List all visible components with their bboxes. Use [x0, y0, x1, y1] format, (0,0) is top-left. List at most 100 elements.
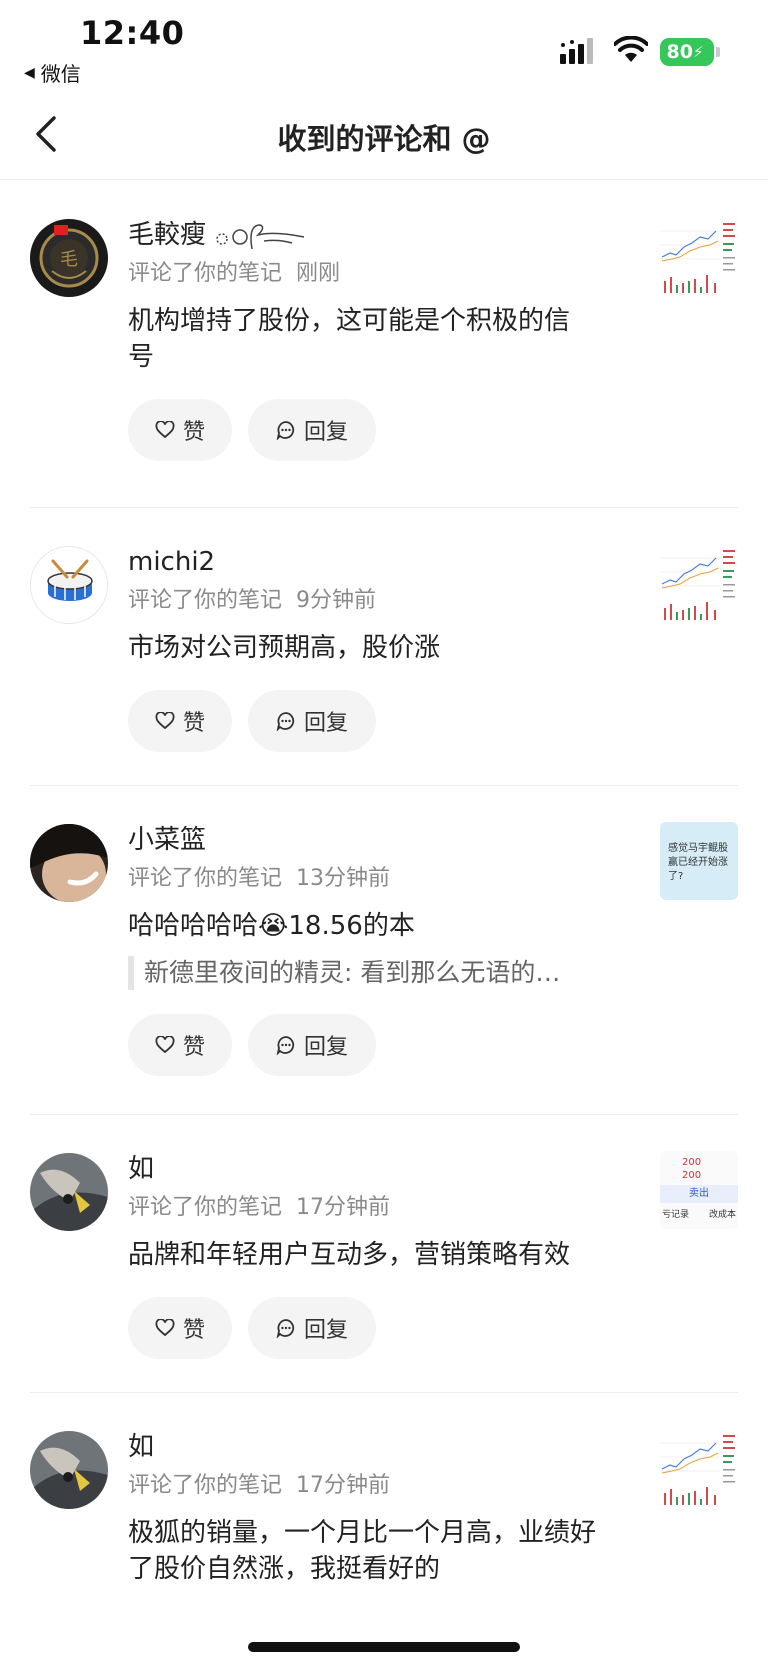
user-name[interactable]: 毛較瘦: [128, 217, 638, 253]
comment-meta: 评论了你的笔记 17分钟前: [128, 1471, 638, 1501]
quoted-reply[interactable]: 新德里夜间的精灵: 看到那么无语的…: [128, 956, 638, 990]
reply-button[interactable]: 回复: [248, 399, 376, 461]
avatar[interactable]: [30, 1431, 108, 1509]
avatar[interactable]: 毛: [30, 219, 108, 297]
comment-action: 评论了你的笔记: [128, 1195, 283, 1220]
heart-icon: [155, 421, 175, 439]
like-button[interactable]: 赞: [128, 399, 232, 461]
like-label: 赞: [182, 1318, 205, 1343]
like-label: 赞: [182, 420, 205, 445]
comment-time: 刚刚: [296, 261, 341, 286]
comment-meta: 评论了你的笔记 刚刚: [128, 259, 638, 289]
photo-avatar-icon: [30, 1153, 108, 1231]
charging-bolt-icon: ⚡: [692, 43, 704, 61]
heart-icon: [155, 712, 175, 730]
signature-decoration-icon: [216, 223, 305, 249]
cellular-signal-icon: [560, 38, 593, 64]
navigation-bar: 收到的评论和 @: [0, 90, 768, 180]
comment-item[interactable]: 如 评论了你的笔记 17分钟前 极狐的销量，一个月比一个月高，业绩好了股价自然涨，…: [30, 1393, 738, 1613]
comment-text: 机构增持了股份，这可能是个积极的信号: [128, 306, 571, 372]
reply-button[interactable]: 回复: [248, 1014, 376, 1076]
thumb-sell-label: 卖出: [660, 1185, 738, 1203]
back-app-label: 微信: [40, 62, 81, 86]
comment-action: 评论了你的笔记: [128, 588, 283, 613]
note-thumbnail[interactable]: 200 200 卖出 亏记录 改成本: [660, 1151, 738, 1229]
comment-item[interactable]: 毛 毛較瘦 评论了你的笔记 刚刚 机构增持了股份，这可能是个积极的信号 赞 回复: [30, 181, 738, 508]
battery-indicator: 80 ⚡: [660, 38, 714, 66]
comment-item[interactable]: 小菜篮 评论了你的笔记 13分钟前 哈哈哈哈哈😭18.56的本 新德里夜间的精灵:…: [30, 786, 738, 1115]
stock-chart-thumbnail-icon: [660, 544, 738, 622]
thumb-value-2: 200: [682, 1170, 702, 1181]
chat-bubble-icon: [276, 1319, 295, 1338]
avatar[interactable]: [30, 546, 108, 624]
stock-chart-thumbnail-icon: [660, 1429, 738, 1507]
thumb-record-label: 亏记录: [662, 1210, 690, 1220]
chat-bubble-icon: [276, 1036, 295, 1055]
back-to-app-link[interactable]: ◀ 微信: [24, 58, 81, 87]
comment-time: 9分钟前: [296, 588, 377, 613]
user-name[interactable]: 如: [128, 1429, 638, 1465]
reply-label: 回复: [303, 711, 348, 736]
home-indicator[interactable]: [248, 1642, 520, 1652]
comment-time: 17分钟前: [296, 1473, 391, 1498]
comment-actions: 赞 回复: [128, 690, 638, 752]
avatar[interactable]: [30, 1153, 108, 1231]
svg-text:毛: 毛: [60, 249, 78, 270]
thumb-cost-label: 改成本: [708, 1210, 736, 1220]
comment-actions: 赞 回复: [128, 1297, 638, 1359]
chat-bubble-icon: [276, 421, 295, 440]
stock-chart-thumbnail-icon: [660, 217, 738, 295]
comment-meta: 评论了你的笔记 17分钟前: [128, 1193, 638, 1223]
comment-time: 17分钟前: [296, 1195, 391, 1220]
like-label: 赞: [182, 1035, 205, 1060]
comment-text: 哈哈哈哈哈😭18.56的本: [128, 911, 415, 941]
note-thumbnail[interactable]: [660, 217, 738, 295]
comment-list: 毛 毛較瘦 评论了你的笔记 刚刚 机构增持了股份，这可能是个积极的信号 赞 回复…: [0, 181, 768, 1613]
heart-icon: [155, 1036, 175, 1054]
photo-avatar-icon: [30, 1431, 108, 1509]
badge-avatar-icon: 毛: [30, 219, 108, 297]
like-button[interactable]: 赞: [128, 1297, 232, 1359]
reply-label: 回复: [303, 1318, 348, 1343]
like-label: 赞: [182, 711, 205, 736]
comment-text: 品牌和年轻用户互动多，营销策略有效: [128, 1240, 571, 1270]
reply-button[interactable]: 回复: [248, 1297, 376, 1359]
battery-tip: [716, 47, 720, 57]
page-title: 收到的评论和 @: [277, 122, 491, 156]
battery-level: 80: [666, 41, 693, 63]
comment-time: 13分钟前: [296, 866, 391, 891]
note-thumbnail[interactable]: 感觉马宇鲲股赢已经开始涨了?: [660, 822, 738, 900]
back-triangle-icon: ◀: [24, 64, 35, 81]
reply-label: 回复: [303, 1035, 348, 1060]
comment-actions: 赞 回复: [128, 1014, 638, 1076]
user-name[interactable]: 如: [128, 1151, 638, 1187]
reply-button[interactable]: 回复: [248, 690, 376, 752]
heart-icon: [155, 1319, 175, 1337]
person-photo-avatar-icon: [30, 824, 108, 902]
note-thumbnail[interactable]: [660, 544, 738, 622]
user-name[interactable]: michi2: [128, 544, 638, 580]
comment-meta: 评论了你的笔记 13分钟前: [128, 864, 638, 894]
drum-avatar-icon: [31, 547, 107, 623]
wifi-icon: [614, 36, 648, 62]
comment-action: 评论了你的笔记: [128, 261, 283, 286]
avatar[interactable]: [30, 824, 108, 902]
comment-text: 极狐的销量，一个月比一个月高，业绩好了股价自然涨，我挺看好的: [128, 1518, 597, 1584]
comment-meta: 评论了你的笔记 9分钟前: [128, 586, 638, 616]
like-button[interactable]: 赞: [128, 690, 232, 752]
user-name[interactable]: 小菜篮: [128, 822, 638, 858]
reply-label: 回复: [303, 420, 348, 445]
note-thumbnail-text: 感觉马宇鲲股赢已经开始涨了?: [660, 822, 738, 900]
thumb-value-1: 200: [682, 1157, 702, 1168]
status-time: 12:40: [80, 14, 185, 52]
status-bar: 12:40 ◀ 微信 80 ⚡: [0, 0, 768, 90]
comment-action: 评论了你的笔记: [128, 866, 283, 891]
note-thumbnail[interactable]: [660, 1429, 738, 1507]
comment-actions: 赞 回复: [128, 399, 638, 461]
like-button[interactable]: 赞: [128, 1014, 232, 1076]
comment-item[interactable]: michi2 评论了你的笔记 9分钟前 市场对公司预期高，股价涨 赞 回复: [30, 508, 738, 786]
comment-item[interactable]: 如 评论了你的笔记 17分钟前 品牌和年轻用户互动多，营销策略有效 赞 回复 20…: [30, 1115, 738, 1393]
chat-bubble-icon: [276, 712, 295, 731]
comment-action: 评论了你的笔记: [128, 1473, 283, 1498]
comment-text: 市场对公司预期高，股价涨: [128, 633, 441, 663]
